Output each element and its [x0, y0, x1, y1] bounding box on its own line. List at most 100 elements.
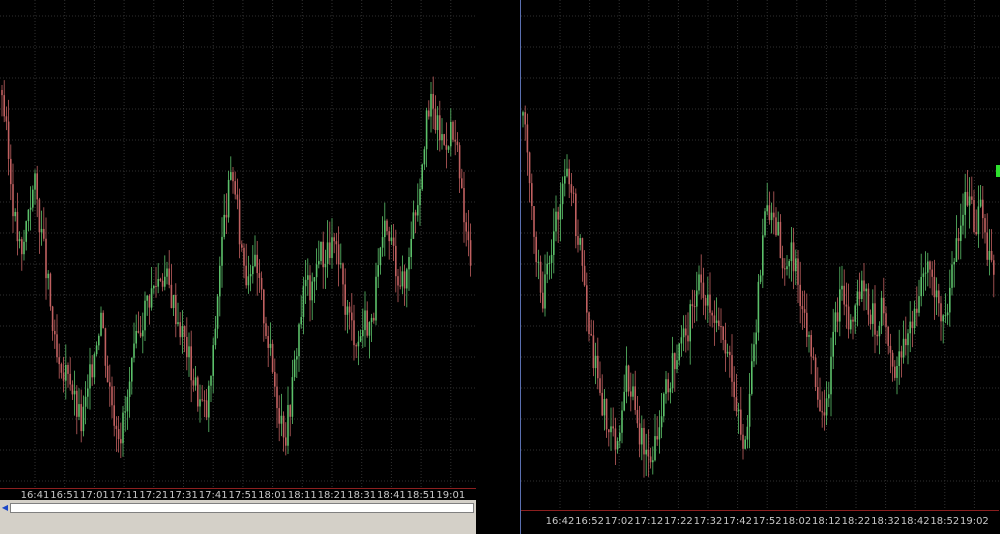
- candle-body: [410, 238, 412, 258]
- candle-body: [641, 427, 643, 445]
- candle-body: [100, 312, 102, 336]
- candle-body: [406, 269, 408, 289]
- candle-body: [256, 254, 258, 274]
- candle-body: [289, 405, 291, 417]
- x-tick-label: 17:52: [752, 516, 782, 527]
- candle-body: [348, 306, 351, 313]
- candle-body: [109, 382, 111, 387]
- candle-body: [861, 280, 863, 299]
- candle-body: [337, 244, 340, 265]
- candle-body: [522, 112, 524, 116]
- candle-body: [555, 211, 557, 232]
- candle-body: [234, 181, 236, 195]
- candle-body: [238, 199, 241, 245]
- candle-body: [368, 322, 371, 336]
- candle-body: [942, 315, 944, 322]
- grid-lines: [521, 0, 999, 510]
- candle-body: [104, 328, 107, 366]
- candle-body: [190, 346, 192, 381]
- candle-body: [355, 345, 357, 347]
- candle-body: [803, 309, 806, 313]
- candle-body: [214, 328, 217, 346]
- candle-body: [159, 279, 162, 281]
- candle-body: [636, 410, 639, 424]
- candle-body: [880, 297, 883, 327]
- panel-separator: [476, 0, 520, 534]
- candle-body: [370, 317, 373, 323]
- last-price-marker: [996, 165, 1000, 177]
- candle-body: [814, 357, 817, 388]
- candle-body: [144, 300, 146, 331]
- candle-body: [902, 338, 905, 358]
- candle-body: [733, 381, 735, 398]
- candle-body: [285, 437, 287, 446]
- candle-body: [232, 172, 234, 182]
- horizontal-scrollbar[interactable]: ◀: [0, 500, 476, 534]
- candle-body: [335, 241, 338, 245]
- candle-body: [979, 199, 982, 207]
- candle-body: [726, 351, 729, 354]
- candle-body: [834, 312, 837, 332]
- candle-body: [227, 179, 230, 218]
- candle-body: [175, 294, 177, 325]
- candle-body: [269, 343, 272, 348]
- candle-body: [469, 240, 472, 266]
- scroll-left-arrow-icon[interactable]: ◀: [0, 503, 10, 513]
- candle-body: [894, 366, 896, 378]
- scrollbar-track[interactable]: [10, 503, 474, 513]
- candle-body: [623, 391, 625, 411]
- candle-body: [680, 337, 683, 344]
- candle-body: [700, 274, 702, 283]
- candle-body: [858, 291, 861, 299]
- candle-body: [311, 281, 313, 301]
- candle-body: [146, 295, 148, 301]
- candle-body: [724, 339, 727, 354]
- right-chart-panel: 16:42 16:52 17:02 17:12 17:22 17:32 17:42 17:52…: [520, 0, 1000, 534]
- candle-body: [117, 429, 120, 440]
- candle-body: [249, 274, 252, 277]
- candle-body: [949, 287, 951, 313]
- candle-body: [982, 199, 984, 219]
- candle-body: [658, 427, 661, 440]
- candle-body: [590, 333, 592, 336]
- candle-body: [142, 330, 144, 337]
- candle-body: [865, 288, 867, 292]
- candle-body: [243, 247, 245, 266]
- candle-body: [333, 237, 335, 242]
- candle-body: [102, 312, 104, 329]
- candle-body: [847, 306, 850, 330]
- candle-body: [95, 345, 98, 355]
- candle-body: [830, 356, 832, 395]
- candle-body: [56, 334, 58, 358]
- candle-body: [150, 288, 153, 308]
- candle-body: [155, 285, 157, 287]
- candle-body: [810, 335, 812, 357]
- candle-body: [836, 312, 839, 322]
- candle-body: [69, 373, 71, 385]
- candle-body: [399, 285, 401, 287]
- candle-body: [263, 289, 265, 324]
- candle-body: [528, 152, 531, 184]
- candle-body: [735, 397, 738, 412]
- candle-body: [3, 95, 5, 117]
- candle-body: [592, 335, 595, 369]
- candle-body: [29, 207, 32, 210]
- candle-body: [931, 269, 933, 277]
- candle-body: [60, 364, 63, 373]
- candle-body: [951, 264, 953, 288]
- candle-body: [900, 351, 903, 358]
- candle-body: [447, 146, 450, 150]
- candle-body: [304, 279, 307, 287]
- candle-body: [533, 206, 535, 237]
- candle-body: [872, 303, 874, 324]
- candle-body: [649, 456, 652, 463]
- candle-body: [397, 276, 399, 286]
- candle-body: [309, 275, 311, 301]
- candle-body: [685, 328, 687, 336]
- candle-body: [47, 273, 49, 279]
- candle-body: [715, 320, 718, 323]
- candle-body: [443, 134, 445, 145]
- candle-body: [946, 312, 949, 316]
- candle-body: [267, 336, 269, 348]
- x-tick-label: 18:52: [930, 516, 960, 527]
